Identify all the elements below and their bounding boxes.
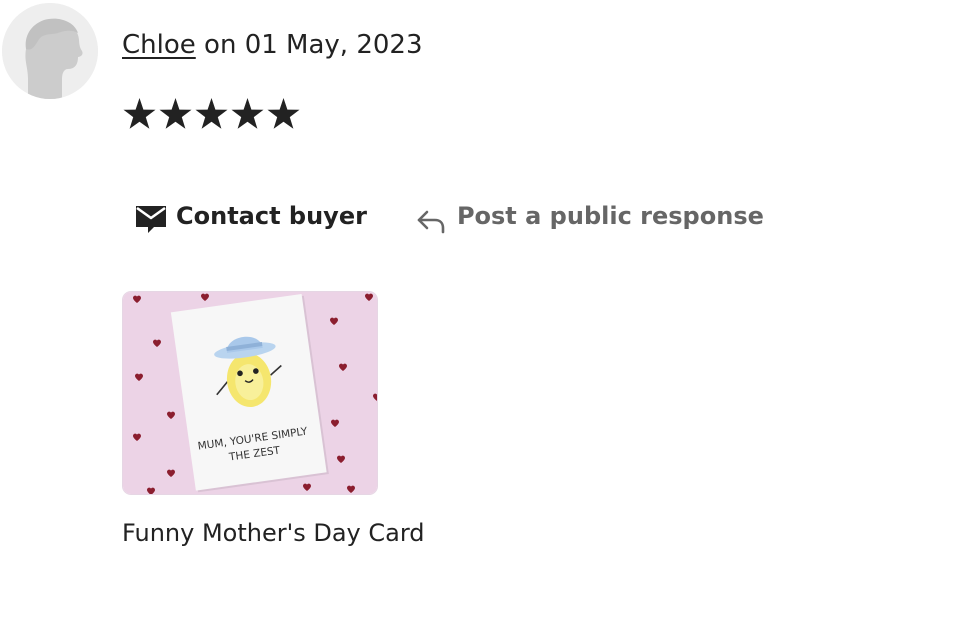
product-title[interactable]: Funny Mother's Day Card (122, 515, 425, 551)
product-thumbnail[interactable]: MUM, YOU'RE SIMPLY THE ZEST (122, 291, 378, 495)
reviewer-name-link[interactable]: Chloe (122, 30, 196, 60)
star-icon (266, 96, 301, 132)
envelope-icon (134, 203, 168, 235)
reviewer-avatar (2, 3, 98, 99)
post-public-response-button[interactable]: Post a public response (415, 196, 764, 236)
post-public-response-label: Post a public response (456, 202, 764, 230)
star-icon (194, 96, 229, 132)
default-avatar-silhouette-icon (2, 3, 98, 99)
greeting-card (170, 293, 329, 493)
review-date: 01 May, 2023 (244, 30, 423, 60)
star-rating (122, 96, 301, 132)
contact-buyer-button[interactable]: Contact buyer (134, 196, 367, 236)
review-header: Chloe on 01 May, 2023 (122, 27, 423, 63)
contact-buyer-label: Contact buyer (176, 202, 367, 230)
date-prefix: on (195, 30, 245, 60)
reply-arrow-icon (415, 206, 447, 234)
star-icon (122, 96, 157, 132)
star-icon (230, 96, 265, 132)
review-actions: Contact buyer Post a public response (134, 196, 764, 236)
star-icon (158, 96, 193, 132)
